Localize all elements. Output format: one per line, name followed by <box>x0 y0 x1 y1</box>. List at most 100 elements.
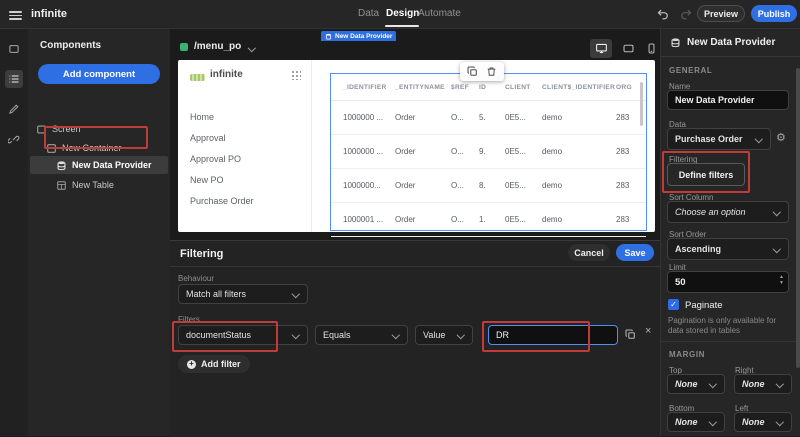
sort-column-select[interactable]: Choose an option <box>667 201 789 223</box>
table-cell: O... <box>451 181 479 190</box>
table-cell: Order <box>395 215 451 224</box>
tab-design[interactable]: Design <box>386 8 419 19</box>
duplicate-icon[interactable] <box>467 66 478 77</box>
tree-item-label: New Container <box>62 143 122 153</box>
table-cell: 1. <box>479 215 505 224</box>
column-header[interactable]: $REF <box>451 84 479 91</box>
table-row[interactable]: 1000000 ...OrderO...5.0E5...demo283 <box>331 101 646 135</box>
table-row[interactable]: 1000000...OrderO...8.0E5...demo283 <box>331 169 646 203</box>
filter-column-select[interactable]: documentStatus <box>178 325 308 345</box>
table-cell: 1000001 ... <box>343 215 395 224</box>
filter-operator-select[interactable]: Equals <box>315 325 408 345</box>
paginate-checkbox[interactable]: ✓ <box>668 299 679 310</box>
column-header[interactable]: CLIENT$_IDENTIFIER <box>542 84 616 91</box>
stepper-arrows[interactable]: ▲▼ <box>779 275 784 286</box>
table-cell: O... <box>451 147 479 156</box>
gear-icon[interactable]: ⚙ <box>776 131 786 144</box>
table-cell: demo <box>542 181 616 190</box>
tab-automate[interactable]: Automate <box>418 8 461 19</box>
column-header[interactable]: CLIENT <box>505 84 542 91</box>
table-cell: Order <box>395 113 451 122</box>
table-cell: demo <box>542 215 616 224</box>
tab-data[interactable]: Data <box>358 8 379 19</box>
theme-brush-icon[interactable] <box>5 100 23 118</box>
table-cell: 1000000 ... <box>343 113 395 122</box>
table-cell: 0E5... <box>505 147 542 156</box>
column-header[interactable]: _ENTITYNAME <box>395 84 451 91</box>
mobile-icon[interactable] <box>640 39 662 58</box>
table-scrollbar-thumb[interactable] <box>640 82 644 126</box>
preview-app-name: infinite <box>210 69 243 80</box>
save-button[interactable]: Save <box>616 244 654 261</box>
margin-top-select[interactable]: None <box>667 374 725 394</box>
limit-input[interactable]: 50 ▲▼ <box>667 271 789 293</box>
chevron-down-icon <box>392 331 400 339</box>
filtering-sheet: Filtering Cancel Save Behaviour Match al… <box>170 240 660 437</box>
tree-item-new-table[interactable]: New Table <box>56 176 166 194</box>
paginate-help-text: Pagination is only available for data st… <box>668 316 790 337</box>
menu-item-approval[interactable]: Approval <box>190 133 226 143</box>
column-header[interactable]: ID <box>479 84 505 91</box>
tree-item-screen[interactable]: Screen <box>36 120 166 138</box>
database-icon <box>56 160 67 171</box>
selected-data-provider-component[interactable]: _IDENTIFIER_ENTITYNAME$REFIDCLIENTCLIENT… <box>330 73 647 231</box>
undo-icon[interactable] <box>655 7 669 21</box>
table-cell: 1000000... <box>343 181 395 190</box>
hamburger-menu-icon[interactable] <box>9 9 22 19</box>
tree-item-label: New Data Provider <box>72 160 152 170</box>
filter-value-input[interactable] <box>488 325 618 345</box>
name-input[interactable] <box>667 90 789 110</box>
menu-item-home[interactable]: Home <box>190 112 214 122</box>
sort-order-select[interactable]: Ascending <box>667 238 789 260</box>
apps-grid-icon[interactable] <box>292 71 302 81</box>
chevron-down-icon <box>292 331 300 339</box>
behaviour-select[interactable]: Match all filters <box>178 284 308 304</box>
step-down-icon: ▼ <box>779 281 784 286</box>
add-filter-button[interactable]: + Add filter <box>178 355 250 373</box>
publish-button[interactable]: Publish <box>751 5 797 22</box>
link-icon[interactable] <box>5 130 23 148</box>
chevron-down-icon <box>773 208 781 216</box>
chevron-down-icon <box>292 290 300 298</box>
data-source-select[interactable]: Purchase Order <box>667 128 771 150</box>
screens-icon[interactable] <box>5 40 23 58</box>
trash-icon[interactable] <box>486 66 497 77</box>
menu-item-approval-po[interactable]: Approval PO <box>190 154 241 164</box>
desktop-icon[interactable] <box>590 39 612 58</box>
preview-button[interactable]: Preview <box>697 5 745 22</box>
filter-value-type-select[interactable]: Value <box>415 325 473 345</box>
left-icon-rail <box>0 28 29 436</box>
components-tree-icon[interactable] <box>5 70 23 88</box>
container-icon <box>46 143 57 154</box>
table-row[interactable]: 1000001 ...OrderO...1.0E5...demo283 <box>331 203 646 237</box>
margin-right-select[interactable]: None <box>734 374 792 394</box>
tree-item-new-container[interactable]: New Container <box>46 139 166 157</box>
menu-item-new-po[interactable]: New PO <box>190 175 224 185</box>
general-section-label: GENERAL <box>669 66 712 75</box>
preview-sidebar: infinite Home Approval Approval PO New P… <box>178 60 312 232</box>
table-cell: 8. <box>479 181 505 190</box>
cancel-button[interactable]: Cancel <box>568 244 610 261</box>
add-component-button[interactable]: Add component <box>38 64 160 84</box>
table-row[interactable]: 1000000 ...OrderO...9.0E5...demo283 <box>331 135 646 169</box>
page-selector[interactable]: /menu_po <box>194 41 241 52</box>
app-logo <box>190 74 205 81</box>
chevron-down-icon <box>709 418 717 426</box>
tree-item-label: Screen <box>52 124 81 134</box>
remove-filter-icon[interactable]: × <box>645 325 651 337</box>
duplicate-filter-icon[interactable] <box>625 329 636 340</box>
tree-item-new-data-provider[interactable]: New Data Provider <box>30 156 168 174</box>
table-cell: 9. <box>479 147 505 156</box>
column-header[interactable]: _IDENTIFIER <box>343 84 395 91</box>
chevron-down-icon <box>755 135 763 143</box>
table-cell: Order <box>395 181 451 190</box>
tablet-icon[interactable] <box>617 39 639 58</box>
redo-icon[interactable] <box>680 7 694 21</box>
define-filters-button[interactable]: Define filters <box>667 163 745 186</box>
chevron-down-icon <box>709 380 717 388</box>
menu-item-purchase-order[interactable]: Purchase Order <box>190 196 254 206</box>
inspector-scrollbar-thumb[interactable] <box>796 68 800 368</box>
margin-bottom-select[interactable]: None <box>667 412 725 432</box>
table-cell: 0E5... <box>505 113 542 122</box>
margin-left-select[interactable]: None <box>734 412 792 432</box>
